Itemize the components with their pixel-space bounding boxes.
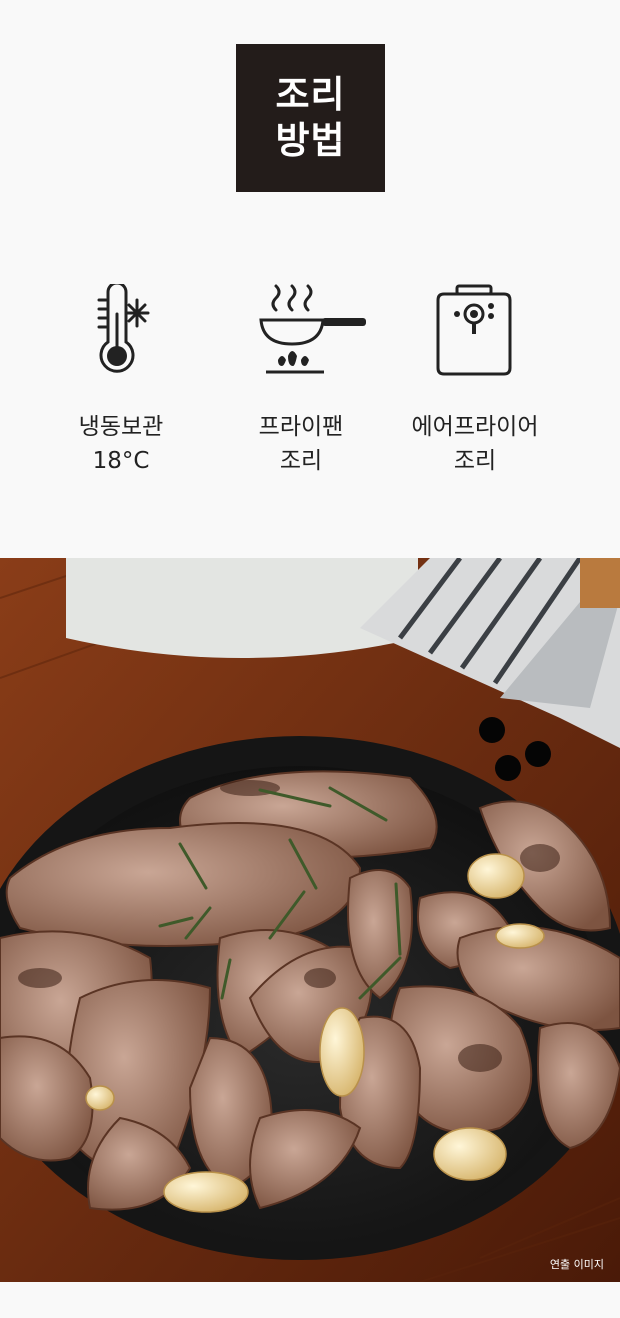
photo-caption: 연출 이미지 bbox=[549, 1258, 604, 1271]
method-pan-line1: 프라이팬 bbox=[258, 414, 344, 440]
method-airfryer-line2: 조리 bbox=[453, 448, 497, 474]
method-label-pan: 프라이팬 조리 bbox=[201, 410, 401, 478]
method-frozen-line2: 18°C bbox=[92, 448, 150, 474]
method-label-frozen: 냉동보관 18°C bbox=[21, 410, 221, 478]
section-title-line2: 방법 bbox=[275, 119, 346, 162]
food-photo: 연출 이미지 bbox=[0, 558, 620, 1282]
air-fryer-icon bbox=[436, 284, 512, 376]
method-airfryer-line1: 에어프라이어 bbox=[411, 414, 539, 440]
method-label-airfryer: 에어프라이어 조리 bbox=[375, 410, 575, 478]
method-frozen-line1: 냉동보관 bbox=[78, 414, 164, 440]
thermometer-snowflake-icon bbox=[97, 284, 150, 373]
section-title-line1: 조리 bbox=[275, 73, 346, 116]
frying-pan-icon bbox=[259, 284, 366, 374]
method-pan-line2: 조리 bbox=[279, 448, 323, 474]
section-title-box: 조리 방법 bbox=[236, 44, 385, 192]
